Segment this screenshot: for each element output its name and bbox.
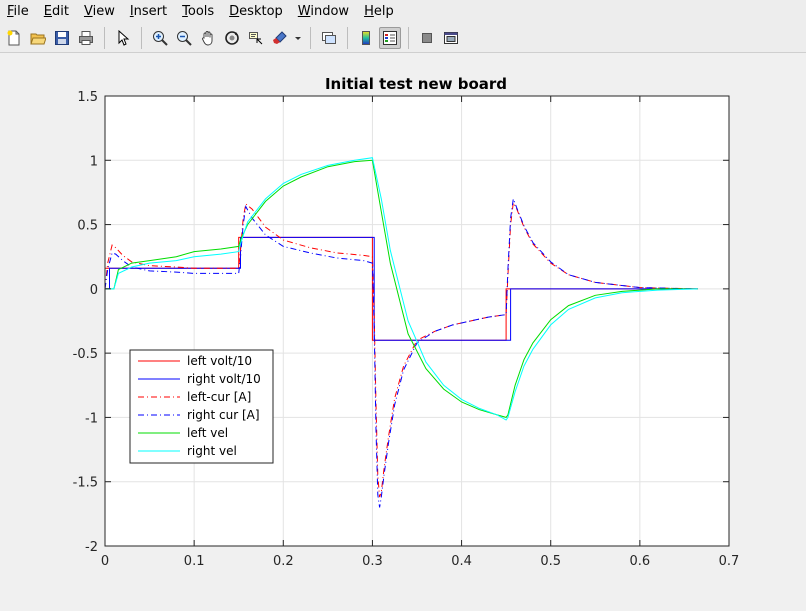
x-tick-label: 0.7 xyxy=(719,554,740,569)
legend-label: right volt/10 xyxy=(187,372,261,386)
legend-label: left vel xyxy=(187,426,228,440)
toolbar-separator xyxy=(347,26,348,49)
zoom-in-icon[interactable] xyxy=(149,27,171,49)
legend-label: right vel xyxy=(187,444,237,458)
menu-view[interactable]: View xyxy=(77,0,123,23)
x-tick-label: 0.6 xyxy=(630,554,651,569)
legend-label: right cur [A] xyxy=(187,408,260,422)
x-tick-label: 0.3 xyxy=(362,554,383,569)
toolbar-separator xyxy=(310,26,311,49)
x-tick-label: 0.4 xyxy=(451,554,472,569)
hide-plot-tools-icon[interactable] xyxy=(416,27,438,49)
menu-bar: File Edit View Insert Tools Desktop Window Help xyxy=(0,0,806,23)
menu-insert[interactable]: Insert xyxy=(123,0,175,23)
toolbar-separator xyxy=(104,26,105,49)
chart-title: Initial test new board xyxy=(325,75,507,93)
open-file-icon[interactable] xyxy=(27,27,49,49)
y-tick-label: 1.5 xyxy=(77,90,98,105)
figure-toolbar xyxy=(0,23,806,53)
save-icon[interactable] xyxy=(51,27,73,49)
link-plot-icon[interactable] xyxy=(318,27,340,49)
colorbar-icon[interactable] xyxy=(355,27,377,49)
legend-icon[interactable] xyxy=(379,26,401,49)
data-cursor-icon[interactable] xyxy=(245,27,267,49)
menu-tools[interactable]: Tools xyxy=(175,0,222,23)
pan-hand-icon[interactable] xyxy=(197,27,219,49)
toolbar-separator xyxy=(408,26,409,49)
y-tick-label: -1 xyxy=(85,411,98,426)
legend-label: left volt/10 xyxy=(187,354,252,368)
x-tick-label: 0.5 xyxy=(540,554,561,569)
pointer-icon[interactable] xyxy=(112,27,134,49)
show-plot-tools-icon[interactable] xyxy=(440,27,462,49)
y-tick-label: -1.5 xyxy=(73,476,98,491)
figure-canvas: 0 0.1 0.2 0.3 0.4 0.5 0.6 0.7 -2 -1.5 -1 -0.5 0 0.5 1… xyxy=(0,54,806,607)
zoom-out-icon[interactable] xyxy=(173,27,195,49)
x-tick-label: 0 xyxy=(101,554,109,569)
menu-file[interactable]: File xyxy=(0,0,37,23)
menu-edit[interactable]: Edit xyxy=(37,0,77,23)
legend-label: left-cur [A] xyxy=(187,390,251,404)
y-tick-label: -2 xyxy=(85,540,98,555)
y-tick-label: -0.5 xyxy=(73,347,98,362)
plot-area-background xyxy=(105,96,729,546)
dropdown-arrow-icon[interactable] xyxy=(293,27,303,49)
y-tick-label: 1 xyxy=(90,154,98,169)
y-tick-label: 0.5 xyxy=(77,219,98,234)
line-plot: 0 0.1 0.2 0.3 0.4 0.5 0.6 0.7 -2 -1.5 -1 -0.5 0 0.5 1… xyxy=(73,75,740,569)
x-tick-labels: 0 0.1 0.2 0.3 0.4 0.5 0.6 0.7 xyxy=(101,554,739,569)
toolbar-separator xyxy=(141,26,142,49)
y-tick-labels: -2 -1.5 -1 -0.5 0 0.5 1 1.5 xyxy=(73,90,98,555)
menu-help[interactable]: Help xyxy=(357,0,402,23)
x-tick-label: 0.1 xyxy=(184,554,205,569)
brush-icon[interactable] xyxy=(269,27,291,49)
legend: left volt/10 right volt/10 left-cur [A] rig… xyxy=(129,349,274,464)
y-tick-label: 0 xyxy=(90,283,98,298)
new-figure-icon[interactable] xyxy=(3,27,25,49)
print-icon[interactable] xyxy=(75,27,97,49)
menu-desktop[interactable]: Desktop xyxy=(222,0,291,23)
rotate-3d-icon[interactable] xyxy=(221,27,243,49)
x-tick-label: 0.2 xyxy=(273,554,294,569)
menu-window[interactable]: Window xyxy=(291,0,357,23)
